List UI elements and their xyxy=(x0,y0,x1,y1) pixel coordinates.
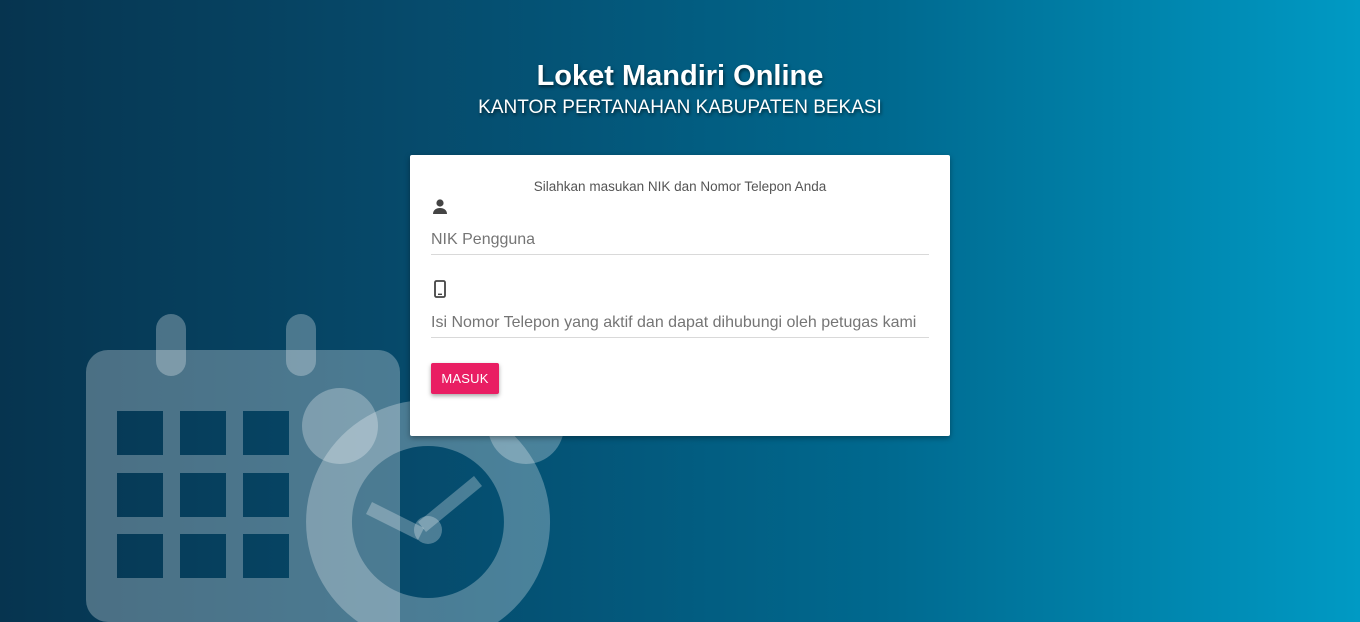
mobile-phone-icon xyxy=(434,280,446,298)
person-icon xyxy=(433,199,447,214)
nik-input[interactable] xyxy=(431,226,929,255)
page-header: Loket Mandiri Online KANTOR PERTANAHAN K… xyxy=(0,58,1360,120)
login-card: Silahkan masukan NIK dan Nomor Telepon A… xyxy=(410,155,950,436)
app-title: Loket Mandiri Online xyxy=(536,60,824,92)
masuk-button[interactable]: MASUK xyxy=(431,363,499,394)
login-instruction: Silahkan masukan NIK dan Nomor Telepon A… xyxy=(533,179,827,194)
phone-number-input[interactable] xyxy=(431,309,929,338)
office-subtitle: KANTOR PERTANAHAN KABUPATEN BEKASI xyxy=(478,97,882,118)
